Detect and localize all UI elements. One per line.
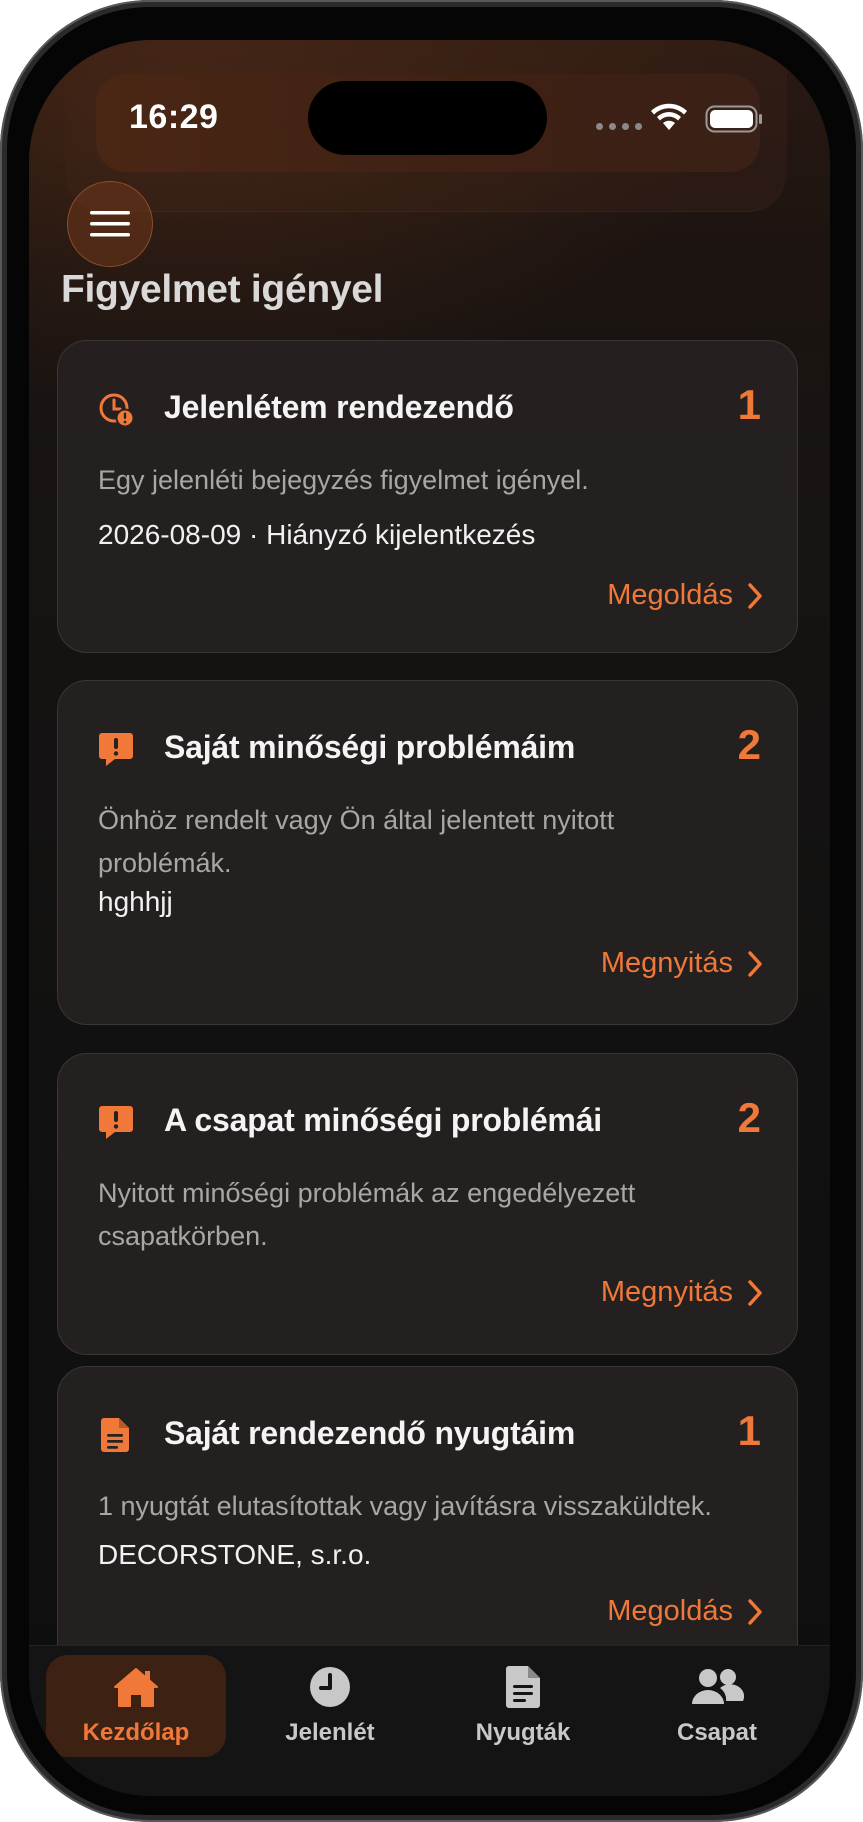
card-title: Saját minőségi problémáim (164, 729, 576, 765)
tab-team[interactable]: Csapat (627, 1655, 807, 1757)
home-icon (114, 1668, 158, 1707)
open-button[interactable]: Megnyitás (601, 947, 763, 980)
action-label: Megnyitás (600, 1276, 733, 1308)
hamburger-menu-icon (90, 211, 130, 237)
card-description: Nyitott minőségi problémák az engedélyez… (98, 1178, 636, 1251)
chevron-right-icon (748, 582, 762, 609)
tab-label: Kezdőlap (82, 1719, 190, 1746)
chevron-right-icon (748, 1279, 762, 1306)
tab-label: Nyugták (475, 1719, 571, 1746)
wifi-icon (651, 103, 687, 130)
attendance-card[interactable]: Jelenlétem rendezendő 1 Egy jelenléti be… (57, 340, 798, 653)
receipt-document-icon (506, 1666, 540, 1708)
tab-receipts[interactable]: Nyugták (433, 1655, 613, 1757)
card-description: Önhöz rendelt vagy Ön által jelentett ny… (98, 805, 615, 878)
phone-frame: 16:29 Figyelmet igényel Jelenlétem rende… (0, 0, 863, 1822)
tab-attendance[interactable]: Jelenlét (240, 1655, 420, 1757)
solve-button[interactable]: Megoldás (607, 1595, 763, 1628)
document-icon (101, 1418, 129, 1452)
menu-button[interactable] (67, 181, 153, 267)
card-count: 1 (737, 1407, 761, 1454)
card-title: A csapat minőségi problémái (164, 1102, 602, 1138)
card-count: 2 (737, 1094, 761, 1141)
dynamic-island (308, 81, 547, 155)
tab-home[interactable]: Kezdőlap (46, 1655, 226, 1757)
card-count: 2 (737, 721, 761, 768)
tab-label: Csapat (676, 1719, 758, 1746)
card-description: Egy jelenléti bejegyzés figyelmet igénye… (98, 465, 589, 495)
card-title: Jelenlétem rendezendő (164, 389, 514, 425)
tab-label: Jelenlét (285, 1719, 375, 1746)
chevron-right-icon (748, 1598, 762, 1625)
team-people-icon (692, 1669, 744, 1704)
app-screen: 16:29 Figyelmet igényel Jelenlétem rende… (29, 40, 830, 1796)
chevron-right-icon (748, 950, 762, 977)
card-detail: 2026-08-09 · Hiányzó kijelentkezés (98, 519, 536, 550)
my-quality-issues-card[interactable]: Saját minőségi problémáim 2 Önhöz rendel… (57, 680, 798, 1025)
card-description: 1 nyugtát elutasítottak vagy javításra v… (98, 1491, 712, 1521)
clock-alert-icon (99, 393, 134, 427)
section-title: Figyelmet igényel (61, 268, 384, 311)
action-label: Megoldás (607, 1595, 733, 1627)
team-quality-issues-card[interactable]: A csapat minőségi problémái 2 Nyitott mi… (57, 1053, 798, 1355)
open-button[interactable]: Megnyitás (601, 1276, 763, 1309)
battery-icon (705, 105, 762, 133)
action-label: Megnyitás (600, 947, 733, 979)
alert-message-icon (99, 733, 133, 766)
my-receipts-card[interactable]: Saját rendezendő nyugtáim 1 1 nyugtát el… (57, 1366, 798, 1686)
cellular-signal-icon (596, 123, 642, 130)
card-detail: hghhjj (98, 886, 173, 917)
tab-bar: Kezdőlap Jelenlét Nyugták Csapat (29, 1645, 830, 1796)
card-detail: DECORSTONE, s.r.o. (98, 1539, 372, 1570)
card-count: 1 (737, 381, 761, 428)
card-title: Saját rendezendő nyugtáim (164, 1415, 576, 1451)
alert-message-icon (99, 1106, 133, 1139)
status-time: 16:29 (129, 98, 219, 136)
solve-button[interactable]: Megoldás (607, 579, 763, 612)
action-label: Megoldás (607, 579, 733, 611)
phone-bezel: 16:29 Figyelmet igényel Jelenlétem rende… (7, 7, 856, 1815)
clock-icon (310, 1667, 350, 1707)
